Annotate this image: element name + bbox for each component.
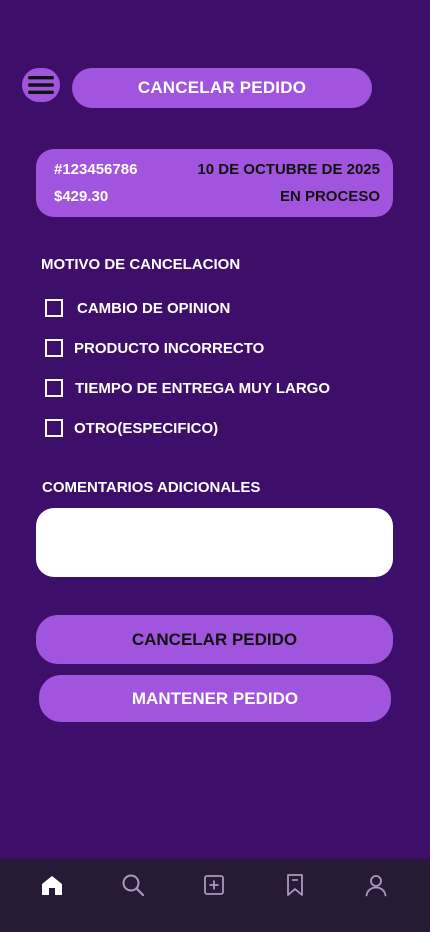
order-price: $429.30 [54, 188, 109, 205]
checkbox[interactable] [45, 419, 63, 437]
reason-option-change-of-mind[interactable]: CAMBIO DE OPINION [45, 298, 375, 318]
reason-option-wrong-product[interactable]: PRODUCTO INCORRECTO [45, 338, 375, 358]
checkbox[interactable] [45, 339, 63, 357]
order-id: #123456786 [54, 161, 138, 178]
reason-option-long-delivery[interactable]: TIEMPO DE ENTREGA MUY LARGO [45, 378, 375, 398]
search-icon [122, 874, 145, 897]
reason-section-label: MOTIVO DE CANCELACION [41, 256, 241, 273]
comments-field[interactable] [36, 508, 393, 577]
bottom-nav [0, 859, 430, 932]
order-date: 10 DE OCTUBRE DE 2025 [197, 161, 380, 178]
order-status: EN PROCESO [279, 188, 380, 205]
hamburger-menu-icon [28, 76, 54, 94]
nav-profile[interactable] [356, 871, 396, 899]
option-label: TIEMPO DE ENTREGA MUY LARGO [75, 379, 331, 397]
bookmark-icon [287, 874, 303, 896]
home-icon [42, 876, 62, 895]
reason-option-other[interactable]: OTRO(ESPECIFICO) [45, 418, 375, 438]
add-square-icon [204, 875, 224, 895]
cancel-order-button[interactable]: CANCELAR PEDIDO [36, 615, 393, 664]
user-icon [365, 875, 387, 897]
checkbox[interactable] [45, 379, 63, 397]
keep-order-button[interactable]: MANTENER PEDIDO [39, 675, 391, 722]
nav-saved[interactable] [275, 871, 315, 899]
nav-search[interactable] [113, 871, 153, 899]
page-title: CANCELAR PEDIDO [72, 68, 372, 108]
order-summary-card: #123456786 10 DE OCTUBRE DE 2025 $429.30… [36, 149, 393, 217]
nav-add[interactable] [194, 871, 234, 899]
comments-section-label: COMENTARIOS ADICIONALES [42, 479, 261, 496]
nav-home[interactable] [32, 871, 72, 899]
option-label: PRODUCTO INCORRECTO [74, 339, 265, 357]
option-label: CAMBIO DE OPINION [77, 299, 231, 317]
option-label: OTRO(ESPECIFICO) [74, 419, 219, 437]
menu-button[interactable] [22, 68, 60, 102]
checkbox[interactable] [45, 299, 63, 317]
